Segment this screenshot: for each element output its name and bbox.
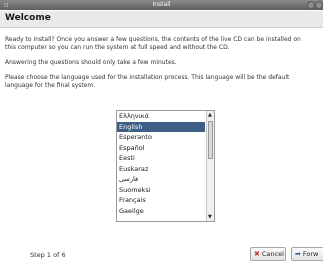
intro-text: Ready to install? Once you answer a few … — [5, 36, 301, 51]
window-title: Install — [152, 1, 171, 8]
language-option[interactable]: English — [117, 121, 205, 132]
forward-button-label: Forw — [302, 250, 319, 258]
language-option[interactable]: Français — [117, 195, 205, 206]
language-option[interactable]: Suomeksi — [117, 185, 205, 196]
forward-button[interactable]: ➡ Forw — [291, 247, 323, 261]
scrollbar-thumb[interactable] — [208, 121, 213, 159]
window-menu-icon[interactable]: ▫ — [4, 0, 9, 10]
language-option[interactable]: فارسی — [117, 174, 205, 185]
language-option[interactable]: Español — [117, 143, 205, 154]
close-icon[interactable] — [315, 1, 323, 9]
step-indicator: Step 1 of 6 — [30, 251, 66, 259]
language-list-scrollbar[interactable]: ▲ ▼ — [206, 111, 214, 221]
cancel-button-label: Cancel — [261, 250, 284, 258]
cancel-x-icon: ✖ — [254, 250, 260, 258]
scroll-down-arrow-icon[interactable]: ▼ — [208, 214, 212, 220]
cancel-button[interactable]: ✖ Cancel — [250, 247, 286, 261]
scroll-up-arrow-icon[interactable]: ▲ — [208, 112, 212, 118]
language-option[interactable]: Esperanto — [117, 132, 205, 143]
page-title: Welcome — [5, 13, 51, 23]
forward-arrow-icon: ➡ — [295, 250, 301, 258]
language-option[interactable]: Ελληνικά — [117, 111, 205, 122]
minimize-icon[interactable] — [307, 1, 315, 9]
window-titlebar: ▫ Install — [0, 0, 323, 10]
duration-text: Answering the questions should only take… — [5, 59, 177, 66]
language-option[interactable]: Eesti — [117, 153, 205, 164]
language-list[interactable]: Ελληνικά English Esperanto Español Eesti Eusk… — [116, 110, 215, 222]
language-option[interactable]: Gaeilge — [117, 206, 205, 217]
heading-bar: Welcome — [0, 11, 323, 28]
language-instruction-text: Please choose the language used for the … — [5, 74, 290, 89]
language-option[interactable]: Euskaraz — [117, 164, 205, 175]
